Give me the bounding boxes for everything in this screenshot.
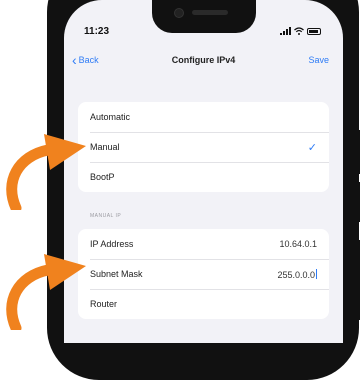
manual-ip-fields: IP Address 10.64.0.1 Subnet Mask 255.0.0…	[78, 229, 329, 319]
text-cursor	[316, 268, 317, 279]
notch	[152, 0, 256, 33]
option-automatic[interactable]: Automatic	[78, 102, 329, 132]
annotation-arrow	[6, 254, 86, 330]
phone-side-button	[348, 240, 360, 320]
option-label: Manual	[90, 142, 120, 152]
ip-address-row[interactable]: IP Address 10.64.0.1	[78, 229, 329, 259]
signal-icon	[280, 27, 291, 35]
subnet-mask-row[interactable]: Subnet Mask 255.0.0.0	[78, 259, 329, 289]
option-bootp[interactable]: BootP	[78, 162, 329, 192]
annotation-arrow	[6, 134, 86, 210]
status-icons	[280, 27, 321, 35]
field-label: Router	[90, 299, 118, 309]
field-label: IP Address	[90, 239, 134, 249]
router-row[interactable]: Router	[78, 289, 329, 319]
battery-icon	[307, 28, 321, 35]
option-label: Automatic	[90, 112, 131, 122]
phone-side-button	[348, 130, 360, 174]
subnet-mask-input[interactable]: 255.0.0.0	[277, 270, 315, 280]
subnet-mask-field[interactable]: 255.0.0.0	[277, 268, 317, 280]
phone-side-button	[348, 182, 360, 222]
phone-screen: 11:23 ‹ Back Configure IPv4 Save Automat…	[64, 0, 343, 343]
ip-address-input[interactable]: 10.64.0.1	[279, 239, 317, 249]
camera-icon	[174, 8, 184, 18]
ipv4-mode-list: Automatic Manual ✓ BootP	[78, 102, 329, 192]
checkmark-icon: ✓	[307, 141, 317, 154]
section-header-manual-ip: MANUAL IP	[90, 213, 122, 219]
speaker-grille	[192, 10, 228, 15]
wifi-icon	[294, 27, 304, 35]
option-label: BootP	[90, 172, 115, 182]
save-button[interactable]: Save	[308, 55, 329, 65]
page-title: Configure IPv4	[171, 55, 236, 65]
navigation-bar: ‹ Back Configure IPv4 Save	[64, 52, 343, 74]
field-label: Subnet Mask	[90, 269, 143, 279]
option-manual[interactable]: Manual ✓	[78, 132, 329, 162]
status-time: 11:23	[84, 26, 110, 37]
